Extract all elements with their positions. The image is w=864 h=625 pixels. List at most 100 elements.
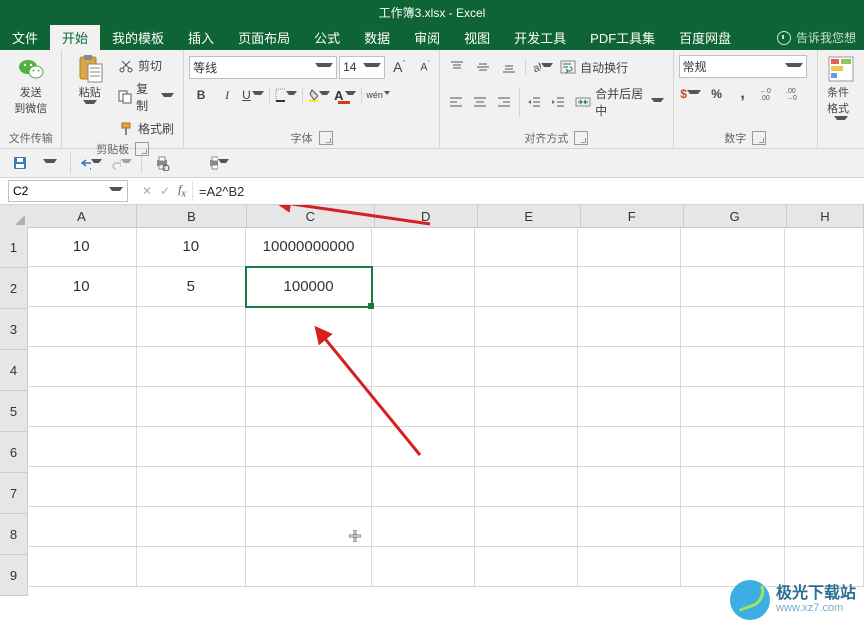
phonetic-button[interactable]: wén: [366, 83, 390, 107]
cell-G8[interactable]: [681, 507, 784, 547]
cell-A9[interactable]: [27, 547, 137, 587]
menu-开始[interactable]: 开始: [50, 25, 100, 50]
cell-H1[interactable]: [785, 227, 864, 267]
orientation-button[interactable]: ab: [530, 55, 554, 79]
column-header-C[interactable]: C: [247, 205, 375, 227]
cell-B6[interactable]: [137, 427, 247, 467]
print-preview-button[interactable]: [150, 151, 174, 175]
cell-B8[interactable]: [137, 507, 247, 547]
align-right-button[interactable]: [493, 90, 515, 114]
cell-G5[interactable]: [681, 387, 784, 427]
cell-H5[interactable]: [785, 387, 864, 427]
merge-center-button[interactable]: 合并后居中: [571, 83, 667, 121]
align-middle-button[interactable]: [471, 55, 495, 79]
cell-B5[interactable]: [137, 387, 247, 427]
conditional-format-button[interactable]: 条件格式: [823, 53, 859, 126]
cell-D3[interactable]: [372, 307, 475, 347]
cell-C1[interactable]: 10000000000: [246, 227, 372, 267]
cell-B4[interactable]: [137, 347, 247, 387]
cell-F8[interactable]: [578, 507, 681, 547]
column-header-H[interactable]: H: [787, 205, 864, 227]
cell-A6[interactable]: [27, 427, 137, 467]
fill-color-button[interactable]: [307, 83, 331, 107]
row-header-3[interactable]: 3: [0, 309, 27, 350]
align-left-button[interactable]: [445, 90, 467, 114]
fx-icon[interactable]: fx: [178, 182, 186, 199]
increase-font-button[interactable]: Aˆ: [387, 55, 411, 79]
cell-A8[interactable]: [27, 507, 137, 547]
paste-button[interactable]: 粘贴: [67, 53, 112, 110]
font-color-button[interactable]: A: [333, 83, 357, 107]
menu-插入[interactable]: 插入: [176, 25, 226, 50]
send-to-wechat-button[interactable]: 发送 到微信: [10, 53, 51, 118]
cell-F1[interactable]: [578, 227, 681, 267]
dialog-launcher-icon[interactable]: [135, 142, 149, 156]
column-header-A[interactable]: A: [27, 205, 137, 227]
cell-F9[interactable]: [578, 547, 681, 587]
cell-C3[interactable]: [246, 307, 372, 347]
cell-D8[interactable]: [372, 507, 475, 547]
cell-F5[interactable]: [578, 387, 681, 427]
cell-B1[interactable]: 10: [137, 227, 247, 267]
align-top-button[interactable]: [445, 55, 469, 79]
cell-G4[interactable]: [681, 347, 784, 387]
cell-F6[interactable]: [578, 427, 681, 467]
cell-G3[interactable]: [681, 307, 784, 347]
confirm-icon[interactable]: ✓: [160, 184, 170, 198]
wrap-text-button[interactable]: 自动换行: [556, 57, 632, 78]
cell-C7[interactable]: [246, 467, 372, 507]
row-header-5[interactable]: 5: [0, 391, 27, 432]
menu-PDF工具集[interactable]: PDF工具集: [578, 25, 667, 50]
decrease-indent-button[interactable]: [524, 90, 546, 114]
dialog-launcher-icon[interactable]: [319, 131, 333, 145]
row-header-6[interactable]: 6: [0, 432, 27, 473]
comma-button[interactable]: ,: [731, 82, 755, 106]
cell-B3[interactable]: [137, 307, 247, 347]
redo-button[interactable]: [109, 151, 133, 175]
font-size-combo[interactable]: 14: [339, 56, 385, 79]
cell-E4[interactable]: [475, 347, 578, 387]
cell-D5[interactable]: [372, 387, 475, 427]
menu-视图[interactable]: 视图: [452, 25, 502, 50]
column-header-G[interactable]: G: [684, 205, 787, 227]
cell-A5[interactable]: [27, 387, 137, 427]
cell-B2[interactable]: 5: [137, 267, 247, 307]
row-header-9[interactable]: 9: [0, 555, 27, 596]
cell-G7[interactable]: [681, 467, 784, 507]
align-center-button[interactable]: [469, 90, 491, 114]
cell-H2[interactable]: [785, 267, 864, 307]
menu-百度网盘[interactable]: 百度网盘: [667, 25, 743, 50]
select-all-corner[interactable]: [0, 205, 28, 228]
cell-F2[interactable]: [578, 267, 681, 307]
column-header-F[interactable]: F: [581, 205, 684, 227]
cell-G6[interactable]: [681, 427, 784, 467]
font-name-combo[interactable]: 等线: [189, 56, 337, 79]
save-button[interactable]: [8, 151, 32, 175]
dialog-launcher-icon[interactable]: [752, 131, 766, 145]
cell-E3[interactable]: [475, 307, 578, 347]
cancel-icon[interactable]: ✕: [142, 184, 152, 198]
cell-G2[interactable]: [681, 267, 784, 307]
formula-input[interactable]: =A2^B2: [192, 181, 864, 201]
undo-button[interactable]: [79, 151, 103, 175]
cell-D7[interactable]: [372, 467, 475, 507]
menu-我的模板[interactable]: 我的模板: [100, 25, 176, 50]
cell-E6[interactable]: [475, 427, 578, 467]
print-button[interactable]: [206, 151, 230, 175]
name-box[interactable]: C2: [8, 180, 128, 202]
menu-开发工具[interactable]: 开发工具: [502, 25, 578, 50]
row-header-7[interactable]: 7: [0, 473, 27, 514]
menu-公式[interactable]: 公式: [302, 25, 352, 50]
underline-button[interactable]: U: [241, 83, 265, 107]
cell-E2[interactable]: [475, 267, 578, 307]
cell-C8[interactable]: [246, 507, 372, 547]
cell-F3[interactable]: [578, 307, 681, 347]
italic-button[interactable]: I: [215, 83, 239, 107]
cell-A2[interactable]: 10: [27, 267, 137, 307]
menu-数据[interactable]: 数据: [352, 25, 402, 50]
cell-A1[interactable]: 10: [27, 227, 137, 267]
currency-button[interactable]: $: [679, 82, 703, 106]
row-header-1[interactable]: 1: [0, 227, 27, 268]
decrease-font-button[interactable]: Aˇ: [413, 55, 437, 79]
cell-B7[interactable]: [137, 467, 247, 507]
